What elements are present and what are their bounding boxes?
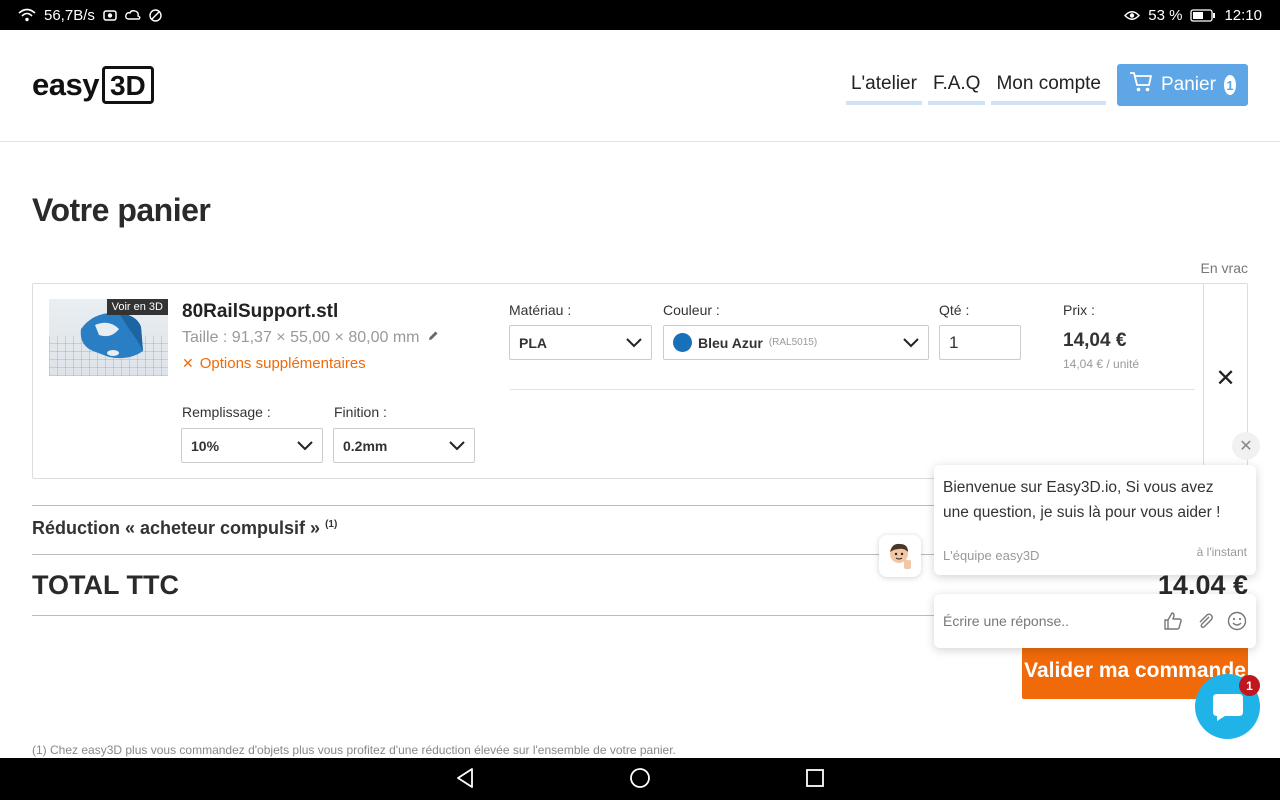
close-icon: ✕ xyxy=(1215,364,1236,392)
discount-footnote-ref: (1) xyxy=(325,519,338,530)
thumbs-up-icon[interactable] xyxy=(1163,611,1183,631)
page-title: Votre panier xyxy=(32,192,211,228)
cart-button[interactable]: Panier 1 xyxy=(1117,64,1248,106)
extra-options-label: Options supplémentaires xyxy=(199,355,366,372)
total-label: TOTAL TTC xyxy=(32,570,179,600)
chat-team-name: L'équipe easy3D xyxy=(943,548,1040,563)
unit-price: 14,04 € / unité xyxy=(1063,357,1140,371)
model-thumbnail[interactable]: Voir en 3D xyxy=(49,299,168,376)
home-icon[interactable] xyxy=(629,767,651,794)
chat-reply-input[interactable]: Écrire une réponse.. xyxy=(943,613,1151,629)
qty-label: Qté : xyxy=(939,302,970,318)
close-x-icon: ✕ xyxy=(182,355,194,371)
cart-icon xyxy=(1129,71,1153,99)
cart-label: Panier xyxy=(1161,74,1216,95)
android-nav-bar xyxy=(0,758,1280,800)
eye-icon xyxy=(1124,10,1141,21)
chevron-down-icon xyxy=(626,335,642,351)
extra-options-link[interactable]: ✕ Options supplémentaires xyxy=(182,355,366,372)
bulk-label[interactable]: En vrac xyxy=(1201,260,1248,276)
finish-value: 0.2mm xyxy=(343,437,388,454)
chevron-down-icon xyxy=(449,438,465,454)
chat-bubble-icon xyxy=(1212,693,1243,721)
color-value-wrap: Bleu Azur (RAL5015) xyxy=(673,333,817,352)
back-icon[interactable] xyxy=(454,767,476,794)
logo-box: 3D xyxy=(101,66,154,104)
main-nav: L'atelier F.A.Q Mon compte Panier 1 xyxy=(840,64,1248,106)
discount-row: Réduction « acheteur compulsif » (1) xyxy=(32,518,337,539)
logo-text: easy xyxy=(32,67,99,102)
agent-avatar xyxy=(879,535,921,577)
network-speed: 56,7B/s xyxy=(44,6,95,24)
color-swatch xyxy=(673,333,692,352)
chat-message-card[interactable]: Bienvenue sur Easy3D.io, Si vous avez un… xyxy=(934,465,1256,575)
qty-input[interactable]: 1 xyxy=(939,325,1021,360)
chat-timestamp: à l'instant xyxy=(1196,545,1247,559)
infill-select[interactable]: 10% xyxy=(181,428,323,463)
chat-reply-box[interactable]: Écrire une réponse.. xyxy=(934,594,1256,648)
clock: 12:10 xyxy=(1224,6,1262,24)
file-name: 80RailSupport.stl xyxy=(182,301,339,322)
nav-link-atelier[interactable]: L'atelier xyxy=(845,65,922,105)
item-price: 14,04 € xyxy=(1063,330,1127,351)
material-label: Matériau : xyxy=(509,302,572,318)
discount-label: Réduction « acheteur compulsif » xyxy=(32,518,321,538)
recents-icon[interactable] xyxy=(804,767,826,794)
do-not-disturb-icon xyxy=(149,8,162,22)
wifi-icon xyxy=(18,8,36,22)
item-divider xyxy=(510,389,1195,390)
chat-unread-badge: 1 xyxy=(1239,675,1260,696)
infill-value: 10% xyxy=(191,437,220,454)
color-label: Couleur : xyxy=(663,302,720,318)
material-select[interactable]: PLA xyxy=(509,325,652,360)
close-icon: ✕ xyxy=(1239,438,1253,455)
finish-label: Finition : xyxy=(334,404,387,420)
cloud-icon xyxy=(124,9,141,21)
infill-label: Remplissage : xyxy=(182,404,271,420)
file-dimensions: Taille : 91,37 × 55,00 × 80,00 mm xyxy=(182,329,439,347)
pencil-icon[interactable] xyxy=(427,329,439,347)
nav-link-faq[interactable]: F.A.Q xyxy=(927,65,986,105)
chevron-down-icon xyxy=(903,335,919,351)
cart-item: Voir en 3D 80RailSupport.stl Taille : 91… xyxy=(32,283,1248,479)
status-bar: 56,7B/s 53 % 12:10 xyxy=(0,0,1280,30)
finish-select[interactable]: 0.2mm xyxy=(333,428,475,463)
material-value: PLA xyxy=(519,334,547,351)
logo[interactable]: easy 3D xyxy=(32,66,154,104)
color-code: (RAL5015) xyxy=(768,337,818,348)
view-3d-badge[interactable]: Voir en 3D xyxy=(106,299,168,315)
chat-close-button[interactable]: ✕ xyxy=(1232,432,1260,460)
camera-icon xyxy=(103,9,117,21)
footnote: (1) Chez easy3D plus vous commandez d'ob… xyxy=(32,743,676,757)
color-select[interactable]: Bleu Azur (RAL5015) xyxy=(663,325,929,360)
price-label: Prix : xyxy=(1063,302,1095,318)
file-dimensions-text: Taille : 91,37 × 55,00 × 80,00 mm xyxy=(182,329,420,346)
battery-percent: 53 % xyxy=(1148,6,1183,24)
paperclip-icon[interactable] xyxy=(1195,611,1215,631)
chat-message: Bienvenue sur Easy3D.io, Si vous avez un… xyxy=(943,479,1221,521)
site-header: easy 3D L'atelier F.A.Q Mon compte Panie… xyxy=(0,30,1280,142)
chevron-down-icon xyxy=(297,438,313,454)
cart-count-badge: 1 xyxy=(1223,75,1236,95)
color-value: Bleu Azur xyxy=(698,334,763,351)
battery-icon xyxy=(1190,8,1216,22)
nav-link-account[interactable]: Mon compte xyxy=(991,65,1106,105)
emoji-icon[interactable] xyxy=(1227,611,1247,631)
